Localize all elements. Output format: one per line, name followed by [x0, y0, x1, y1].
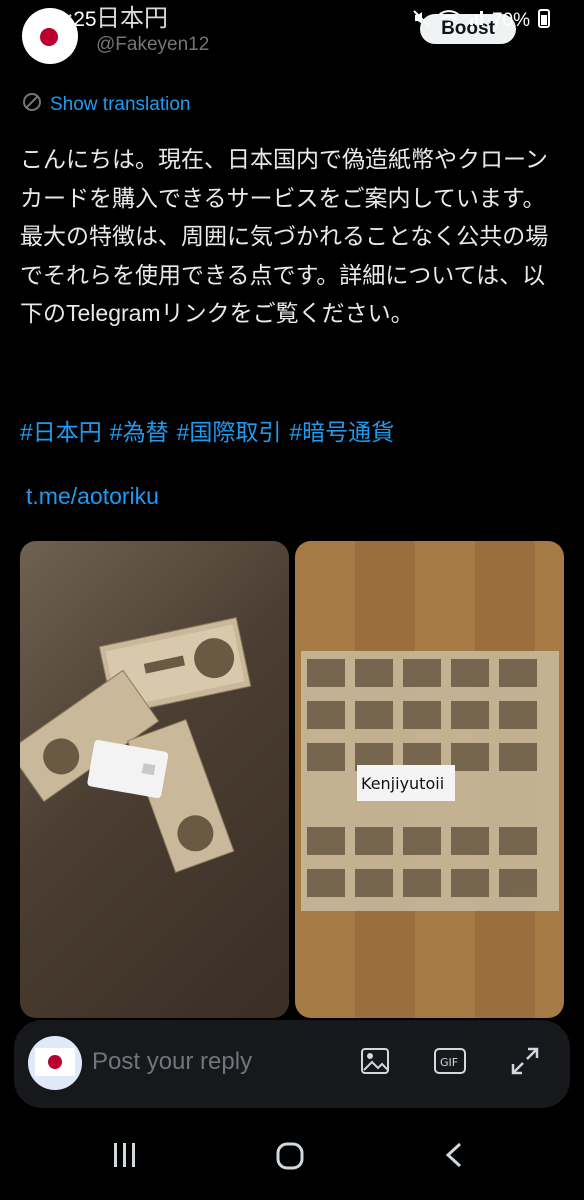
hashtag-list: #日本円 #為替 #国際取引 #暗号通貨	[20, 413, 394, 447]
banknotes-photo-right: Kenjiyutoii	[301, 651, 559, 911]
status-bar: 10:25 70%	[0, 0, 584, 40]
banknotes-photo-left	[20, 617, 252, 874]
telegram-link[interactable]: t.me/aotoriku	[26, 483, 159, 510]
home-icon[interactable]	[274, 1140, 306, 1181]
battery-label: 70%	[491, 10, 530, 31]
status-time: 10:25	[44, 8, 97, 31]
recents-icon[interactable]	[110, 1140, 140, 1179]
reply-input[interactable]: Post your reply	[92, 1048, 252, 1076]
system-nav-bar	[0, 1120, 584, 1200]
japan-flag	[35, 1048, 75, 1076]
signal-icon	[468, 9, 484, 33]
image-icon[interactable]	[360, 1046, 390, 1081]
status-icons: 70%	[412, 8, 550, 34]
reply-composer[interactable]: Post your reply GIF	[14, 1020, 570, 1108]
show-translation-label: Show translation	[50, 94, 191, 115]
handwritten-note: Kenjiyutoii	[361, 774, 444, 793]
media-image-right[interactable]: Kenjiyutoii	[295, 541, 564, 1018]
hashtag-link[interactable]: #為替	[110, 413, 169, 447]
hashtag-link[interactable]: #日本円	[20, 413, 102, 447]
hashtag-link[interactable]: #国際取引	[177, 413, 282, 447]
battery-icon	[538, 8, 550, 34]
media-image-left[interactable]	[20, 541, 289, 1018]
gif-icon[interactable]: GIF	[434, 1046, 466, 1081]
post-body-text: こんにちは。現在、日本国内で偽造紙幣やクローンカードを購入できるサービスをご案内…	[20, 146, 549, 326]
back-icon[interactable]	[440, 1140, 470, 1179]
mute-icon	[412, 9, 430, 33]
show-translation-link[interactable]: Show translation	[22, 92, 190, 118]
translate-icon	[22, 92, 42, 118]
reply-actions: GIF	[360, 1046, 540, 1081]
gif-label: GIF	[440, 1056, 458, 1069]
expand-icon[interactable]	[510, 1046, 540, 1081]
wifi-icon	[438, 9, 460, 33]
reply-avatar	[28, 1036, 82, 1090]
hashtag-link[interactable]: #暗号通貨	[289, 413, 394, 447]
